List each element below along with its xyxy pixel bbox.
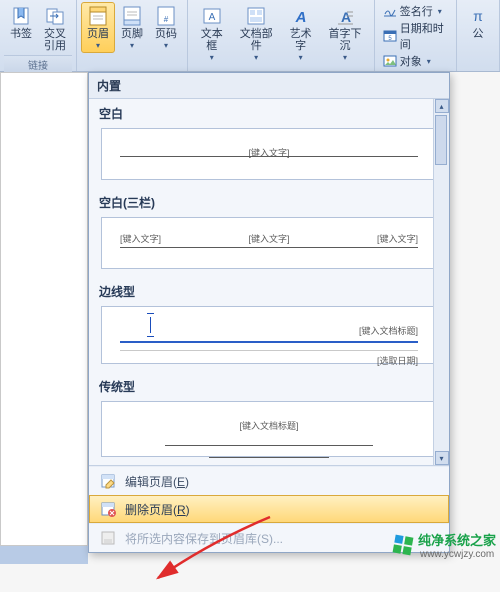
equation-button[interactable]: π 公 <box>461 2 495 43</box>
chevron-down-icon: ▾ <box>427 57 431 66</box>
chevron-down-icon: ▾ <box>210 53 214 62</box>
sigline-button[interactable]: 签名行▾ <box>383 3 448 19</box>
chevron-down-icon: ▾ <box>254 53 258 62</box>
chevron-down-icon: ▾ <box>438 7 442 16</box>
save-selection-icon <box>99 529 117 547</box>
remove-header-item[interactable]: 删除页眉(R) <box>89 495 449 523</box>
scroll-thumb[interactable] <box>435 115 447 165</box>
chevron-down-icon: ▾ <box>96 41 100 50</box>
signature-icon <box>383 4 397 18</box>
datetime-button[interactable]: 5日期和时间 <box>383 20 448 52</box>
scroll-up-icon[interactable]: ▴ <box>435 99 449 113</box>
equation-icon: π <box>467 5 489 27</box>
preview-blank[interactable]: [键入文字] <box>101 128 437 180</box>
svg-text:A: A <box>294 9 306 26</box>
pagenum-button[interactable]: # 页码 ▾ <box>149 2 183 53</box>
header-button[interactable]: 页眉 ▾ <box>81 2 115 53</box>
ribbon: 书签 交叉 引用 链接 页眉 ▾ 页脚 ▾ # 页码 ▾ <box>0 0 500 72</box>
remove-header-label: 删除页眉(R) <box>125 501 190 518</box>
crossref-button[interactable]: 交叉 引用 <box>38 2 72 55</box>
edit-header-label: 编辑页眉(E) <box>125 473 189 490</box>
scroll-down-icon[interactable]: ▾ <box>435 451 449 465</box>
header-icon <box>87 5 109 27</box>
preview-traditional[interactable]: [键入文档标题] <box>101 401 437 457</box>
watermark-logo-icon <box>393 535 414 556</box>
save-header-label: 将所选内容保存到页眉库(S)... <box>125 530 283 547</box>
object-button[interactable]: 对象▾ <box>383 53 448 69</box>
quickparts-button[interactable]: 文档部件 ▾ <box>232 2 281 65</box>
object-icon <box>383 54 397 68</box>
chevron-down-icon: ▾ <box>299 53 303 62</box>
watermark: 纯净系统之家 www.ycwjzy.com <box>394 530 496 560</box>
section-sideline: 边线型 <box>89 277 449 304</box>
svg-text:A: A <box>208 12 215 23</box>
dropcap-button[interactable]: A 首字下沉 ▾ <box>320 2 369 65</box>
scrollbar[interactable]: ▴ ▾ <box>433 99 449 465</box>
remove-header-icon <box>99 500 117 518</box>
edit-header-icon <box>99 472 117 490</box>
preview-sideline[interactable]: [键入文档标题] [选取日期] <box>101 306 437 364</box>
footer-icon <box>121 5 143 27</box>
bookmark-button[interactable]: 书签 <box>4 2 38 55</box>
header-gallery-panel: 内置 空白 [键入文字] 空白(三栏) [键入文字] [键入文字] [键入文字]… <box>88 72 450 553</box>
chevron-down-icon: ▾ <box>164 41 168 50</box>
quickparts-icon <box>245 5 267 27</box>
document-area[interactable] <box>0 72 88 564</box>
edit-header-item[interactable]: 编辑页眉(E) <box>89 466 449 495</box>
wordart-icon: A <box>290 5 312 27</box>
svg-text:#: # <box>164 15 169 24</box>
watermark-url: www.ycwjzy.com <box>420 549 496 560</box>
chevron-down-icon: ▾ <box>343 53 347 62</box>
dropcap-icon: A <box>334 5 356 27</box>
svg-text:A: A <box>341 9 351 25</box>
chevron-down-icon: ▾ <box>130 41 134 50</box>
textbox-icon: A <box>201 5 223 27</box>
textbox-button[interactable]: A 文本框 ▾ <box>192 2 232 65</box>
crossref-icon <box>44 5 66 27</box>
svg-text:π: π <box>473 8 483 24</box>
preview-blank3[interactable]: [键入文字] [键入文字] [键入文字] <box>101 217 437 269</box>
section-blank: 空白 <box>89 99 449 126</box>
panel-heading-builtin: 内置 <box>89 73 449 99</box>
pagenum-icon: # <box>155 5 177 27</box>
bookmark-icon <box>10 5 32 27</box>
wordart-button[interactable]: A 艺术字 ▾ <box>281 2 321 65</box>
watermark-brand: 纯净系统之家 <box>418 530 496 549</box>
datetime-icon: 5 <box>383 29 397 43</box>
section-traditional: 传统型 <box>89 372 449 399</box>
section-blank3: 空白(三栏) <box>89 188 449 215</box>
footer-button[interactable]: 页脚 ▾ <box>115 2 149 53</box>
panel-body: 空白 [键入文字] 空白(三栏) [键入文字] [键入文字] [键入文字] 边线… <box>89 99 449 465</box>
